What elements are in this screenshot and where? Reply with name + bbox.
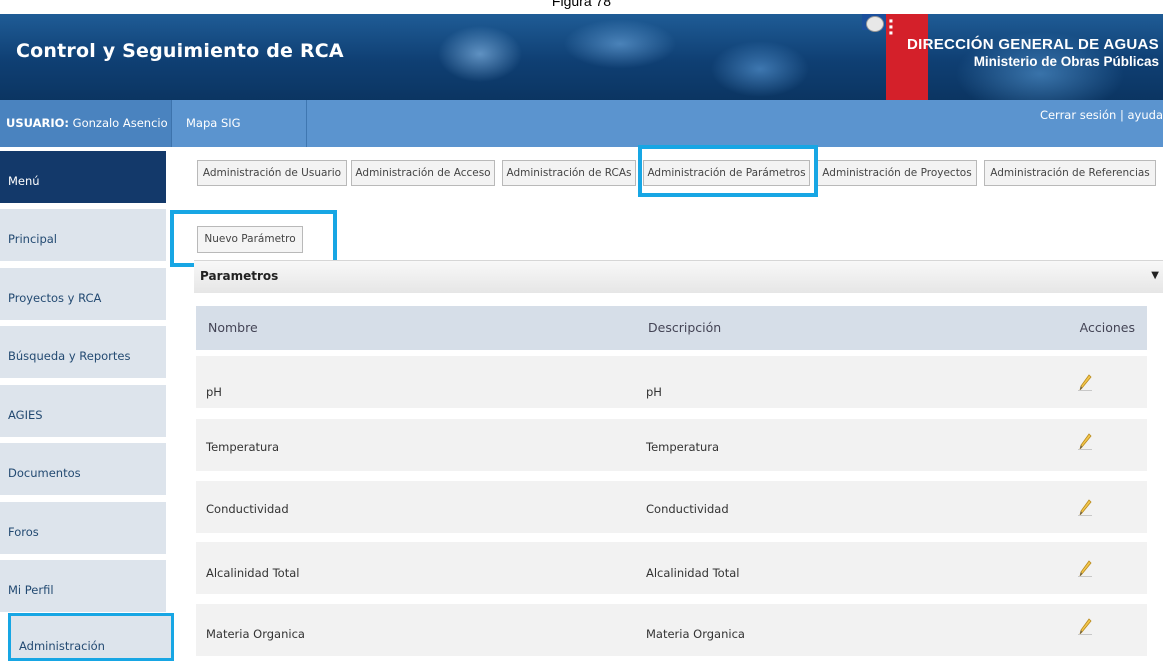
user-info: USUARIO: Gonzalo Asencio [0,100,172,147]
org-line-1: DIRECCIÓN GENERAL DE AGUAS [907,36,1159,53]
tab-admin-referencias[interactable]: Administración de Referencias [984,160,1156,186]
sidebar-item-foros[interactable]: Foros [0,502,166,554]
column-header-nombre: Nombre [208,320,258,335]
sidebar-item-documentos[interactable]: Documentos [0,443,166,495]
tab-admin-acceso[interactable]: Administración de Acceso [351,160,495,186]
edit-pencil-icon[interactable] [1078,559,1092,577]
sidebar-item-principal[interactable]: Principal [0,209,166,261]
org-line-2: Ministerio de Obras Públicas [907,54,1159,69]
sidebar-menu-header: Menú [0,151,166,203]
header-banner: Control y Seguimiento de RCA ■ ■ ■ DIREC… [0,14,1163,100]
parameters-section-header[interactable]: Parametros ▼ [194,260,1163,293]
sidebar-item-administracion[interactable]: Administración [8,613,174,661]
user-name: Gonzalo Asencio [73,116,168,130]
cell-nombre: Conductividad [206,502,289,516]
column-header-descripcion: Descripción [648,320,721,335]
highlight-box-new-button [170,210,337,267]
tab-mapa-sig[interactable]: Mapa SIG [172,100,307,147]
app-title: Control y Seguimiento de RCA [16,40,344,62]
table-row: Materia Organica Materia Organica [196,604,1147,656]
table-row: Temperatura Temperatura [196,419,1147,471]
logout-link[interactable]: Cerrar sesión [1040,108,1116,122]
figure-caption: Figura 78 [0,0,1163,14]
cell-descripcion: Alcalinidad Total [646,566,739,580]
highlight-box-parametros-tab [638,145,818,197]
help-link[interactable]: ayuda [1128,108,1163,122]
cell-descripcion: pH [646,385,662,399]
cell-descripcion: Conductividad [646,502,729,516]
cell-descripcion: Temperatura [646,440,719,454]
column-header-acciones: Acciones [1080,320,1135,335]
tab-admin-rcas[interactable]: Administración de RCAs [502,160,636,186]
top-nav-bar: USUARIO: Gonzalo Asencio Mapa SIG Cerrar… [0,100,1163,147]
table-row: Conductividad Conductividad [196,481,1147,533]
sidebar-item-agies[interactable]: AGIES [0,385,166,437]
separator: | [1120,108,1124,122]
table-header: Nombre Descripción Acciones [196,306,1147,350]
edit-pencil-icon[interactable] [1078,498,1092,516]
session-links: Cerrar sesión | ayuda [1040,108,1163,122]
cell-nombre: pH [206,385,222,399]
edit-pencil-icon[interactable] [1078,617,1092,635]
sidebar-item-proyectos[interactable]: Proyectos y RCA [0,268,166,320]
table-row: Alcalinidad Total Alcalinidad Total [196,542,1147,594]
tab-admin-proyectos[interactable]: Administración de Proyectos [817,160,977,186]
edit-pencil-icon[interactable] [1078,432,1092,450]
tab-admin-usuario[interactable]: Administración de Usuario [197,160,347,186]
cell-descripcion: Materia Organica [646,627,745,641]
sidebar-item-mi-perfil[interactable]: Mi Perfil [0,560,166,612]
section-title: Parametros [200,269,278,283]
edit-pencil-icon[interactable] [1078,373,1092,391]
collapse-caret-icon[interactable]: ▼ [1151,270,1159,281]
organization-name: DIRECCIÓN GENERAL DE AGUAS Ministerio de… [907,36,1159,69]
cell-nombre: Alcalinidad Total [206,566,299,580]
cell-nombre: Temperatura [206,440,279,454]
user-label: USUARIO: [6,116,69,130]
sidebar-item-busqueda[interactable]: Búsqueda y Reportes [0,326,166,378]
cell-nombre: Materia Organica [206,627,305,641]
table-row: pH pH [196,356,1147,408]
